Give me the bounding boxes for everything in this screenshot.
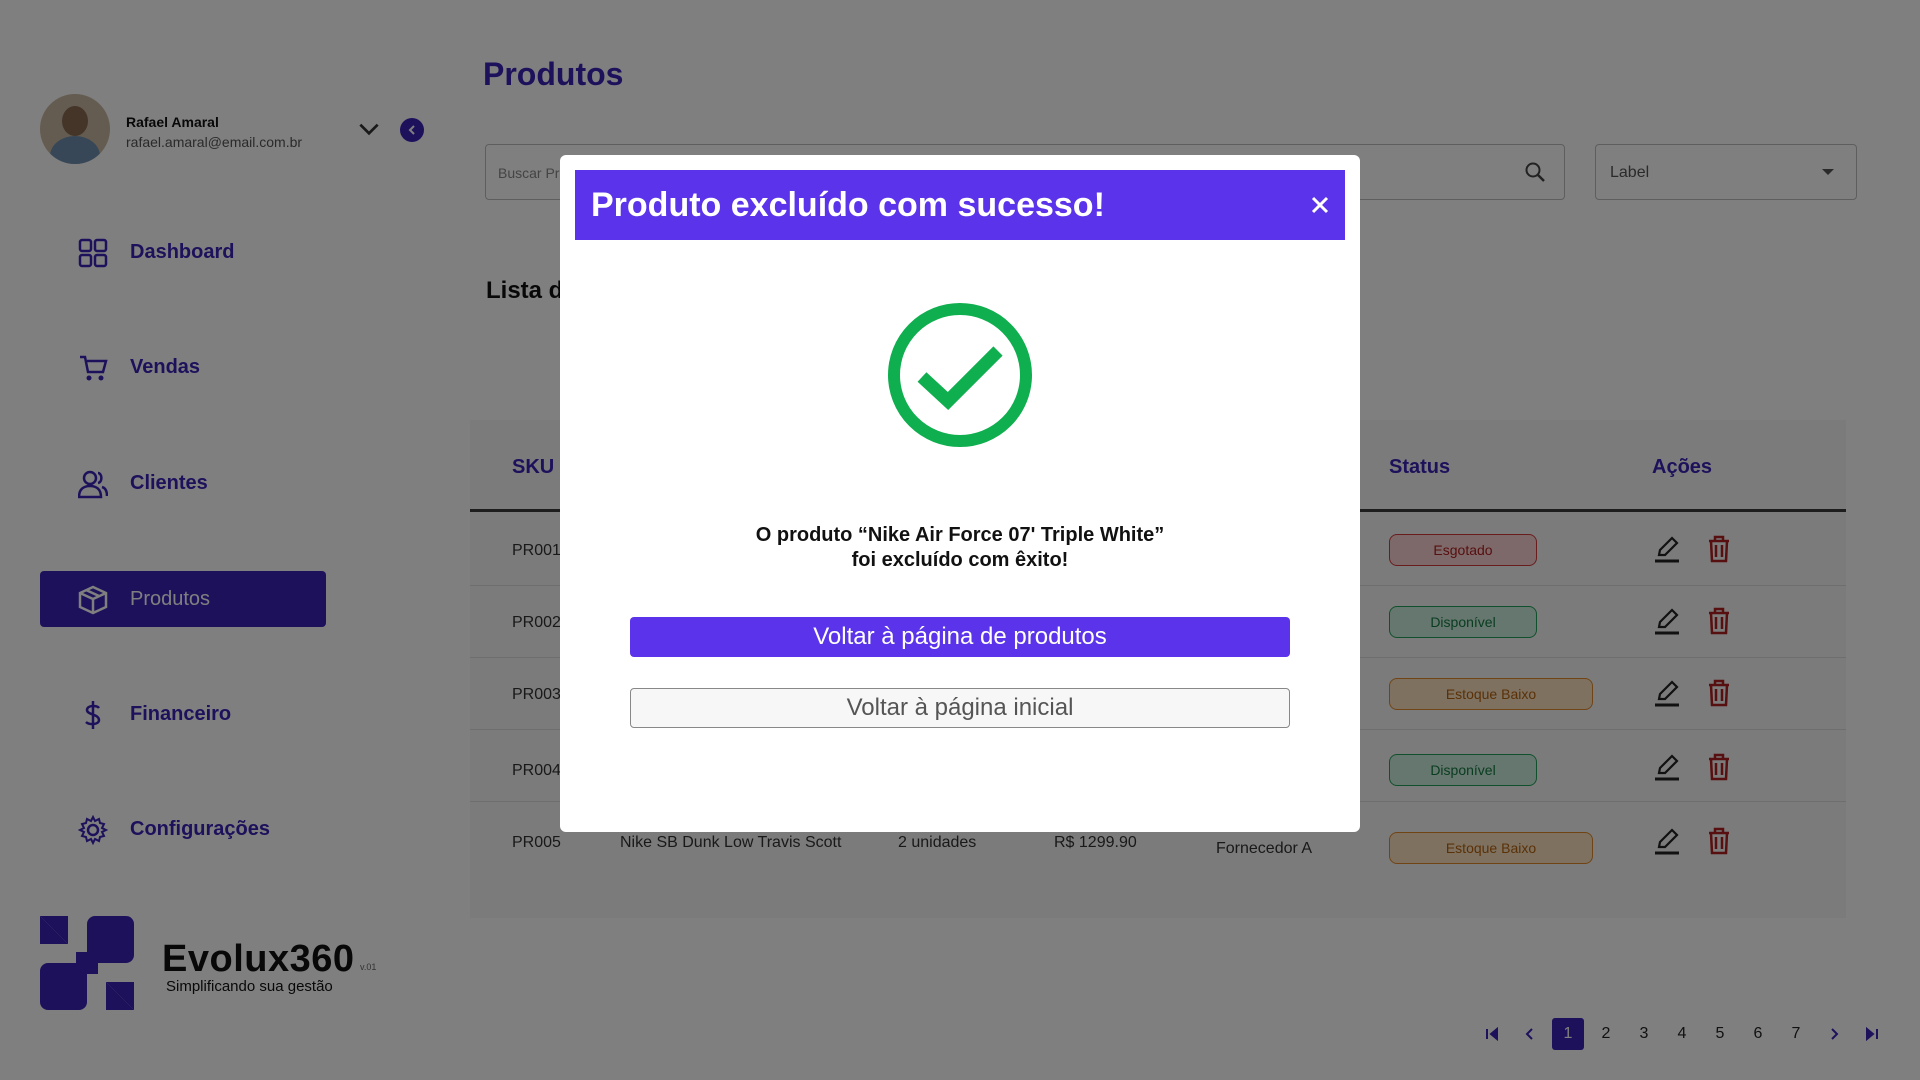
back-to-home-button[interactable]: Voltar à página inicial [630,688,1290,728]
modal-message-line-1: O produto “Nike Air Force 07' Triple Whi… [755,524,1165,546]
modal-message: O produto “Nike Air Force 07' Triple Whi… [560,523,1360,573]
close-icon[interactable] [1309,194,1331,216]
check-circle-icon [888,303,1032,447]
modal-header: Produto excluído com sucesso! [575,170,1345,240]
success-modal: Produto excluído com sucesso! O produto … [560,155,1360,832]
modal-message-line-2: foi excluído com êxito! [851,549,1069,571]
modal-title: Produto excluído com sucesso! [591,186,1105,224]
back-to-products-button[interactable]: Voltar à página de produtos [630,617,1290,657]
